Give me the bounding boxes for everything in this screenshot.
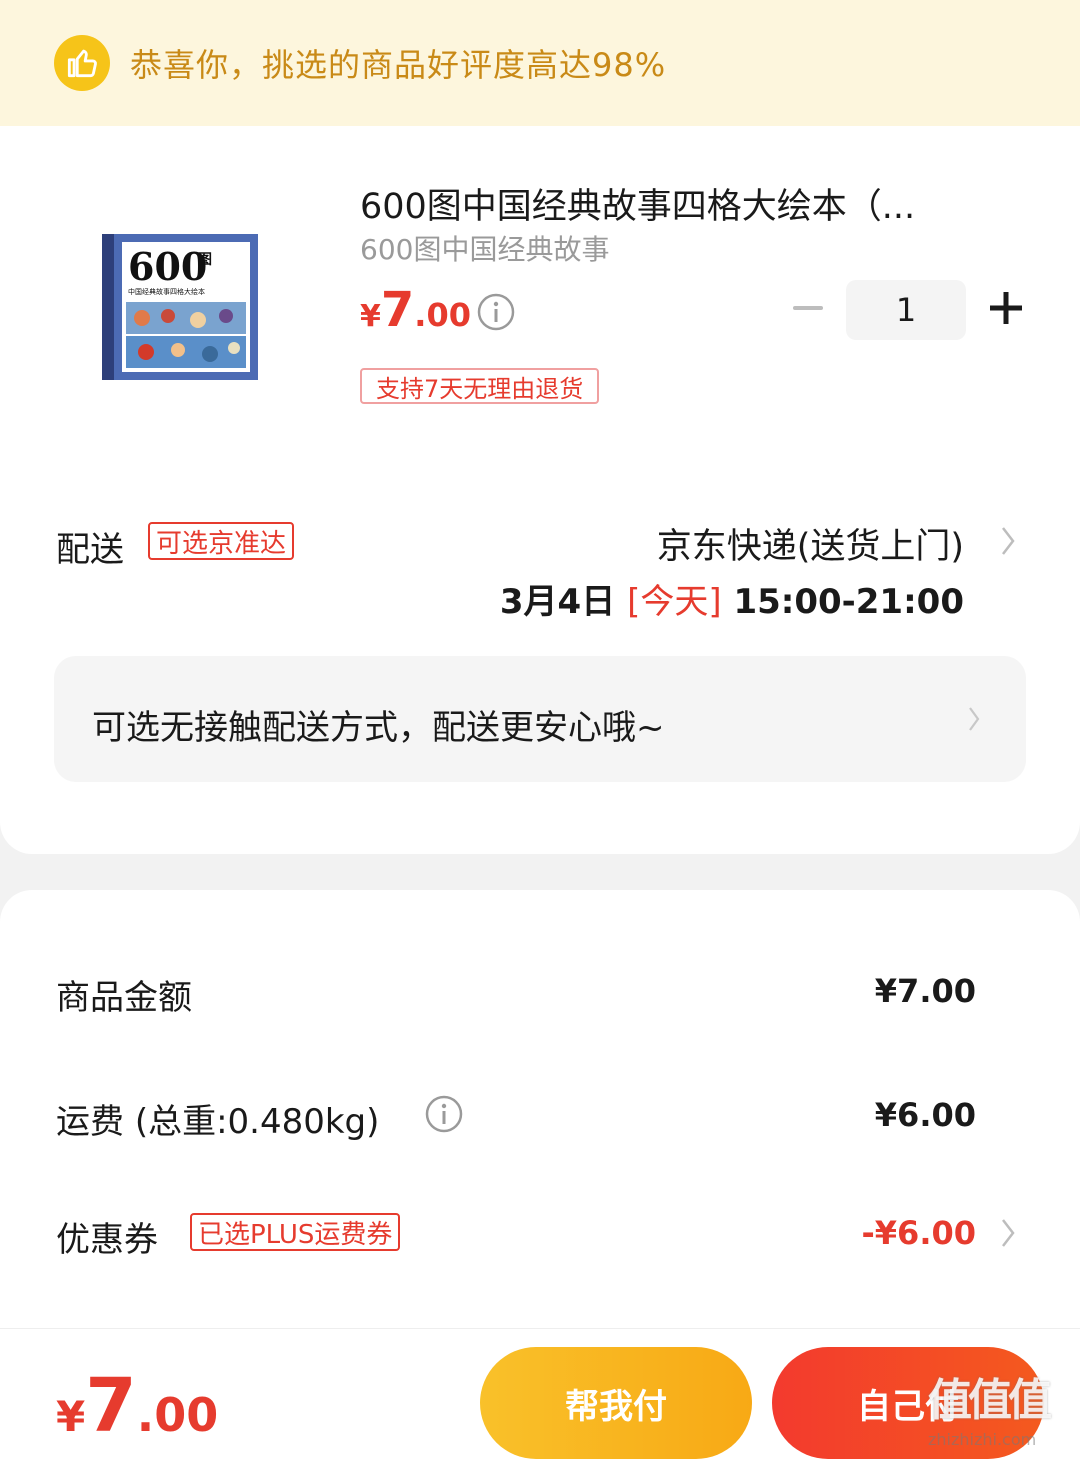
delivery-today: [今天] — [627, 582, 722, 622]
coupon-tag: 已选PLUS运费券 — [190, 1213, 401, 1251]
delivery-date: 3月4日 — [499, 582, 616, 622]
plus-icon — [990, 292, 1022, 324]
goods-amount-value: ¥7.00 — [874, 972, 976, 1010]
praise-banner: 恭喜你，挑选的商品好评度高达98% — [0, 0, 1080, 126]
total-decimal: .00 — [136, 1388, 219, 1442]
product-price: ¥ 7 .00 — [360, 282, 471, 338]
banner-text: 恭喜你，挑选的商品好评度高达98% — [130, 46, 667, 84]
shipping-value: ¥6.00 — [874, 1096, 976, 1134]
price-decimal: .00 — [414, 296, 471, 334]
cover-title-suffix: 图 — [198, 252, 212, 268]
delivery-time-range: 15:00-21:00 — [733, 582, 964, 622]
product-subtitle: 600图中国经典故事 — [360, 233, 610, 266]
coupon-chevron-icon[interactable] — [998, 1216, 1018, 1250]
return-policy-tag: 支持7天无理由退货 — [360, 368, 600, 404]
watermark-logo: 值值值 — [928, 1375, 1052, 1426]
total-price: ¥ 7 .00 — [56, 1369, 218, 1443]
cover-title: 600 — [128, 244, 207, 289]
delivery-chevron-icon[interactable] — [998, 524, 1018, 558]
delivery-option-tag: 可选京准达 — [148, 522, 295, 560]
quantity-value[interactable]: 1 — [846, 280, 966, 340]
contactless-chevron-icon — [964, 702, 984, 736]
watermark-url: zhizhizhi.com — [928, 1430, 1037, 1449]
minus-icon — [793, 306, 823, 310]
watermark: 值值值 zhizhizhi.com — [928, 1364, 1074, 1468]
price-currency: ¥ — [360, 299, 381, 334]
shipping-label: 运费 — [56, 1102, 124, 1142]
contactless-delivery-option[interactable]: 可选无接触配送方式，配送更安心哦~ — [54, 656, 1026, 782]
order-item-card: 600 图 中国经典故事四格大绘本 600图中国经典故事四格大绘本（... 60… — [0, 126, 1080, 854]
cover-subtitle: 中国经典故事四格大绘本 — [128, 287, 205, 296]
checkout-bar: ¥ 7 .00 帮我付 自己付 — [0, 1328, 1080, 1473]
total-integer: 7 — [85, 1363, 137, 1449]
price-info-icon[interactable] — [476, 292, 516, 332]
quantity-decrease-button[interactable] — [788, 286, 828, 330]
shipping-weight: (总重:0.480kg) — [134, 1102, 380, 1142]
goods-amount-label: 商品金额 — [56, 978, 192, 1018]
delivery-time[interactable]: 3月4日 [今天] 15:00-21:00 — [500, 574, 964, 623]
contactless-text: 可选无接触配送方式，配送更安心哦~ — [92, 708, 665, 748]
price-integer: 7 — [380, 282, 415, 338]
total-currency: ¥ — [56, 1392, 86, 1441]
help-pay-button[interactable]: 帮我付 — [480, 1347, 752, 1459]
thumbs-up-icon — [54, 35, 110, 91]
product-image[interactable]: 600 图 中国经典故事四格大绘本 — [102, 234, 258, 380]
product-title[interactable]: 600图中国经典故事四格大绘本（... — [360, 178, 980, 229]
shipping-info-icon[interactable] — [424, 1094, 464, 1134]
delivery-label: 配送 — [56, 530, 124, 570]
delivery-method[interactable]: 京东快递(送货上门) — [657, 518, 964, 569]
shipping-label-row: 运费 (总重:0.480kg) — [56, 1094, 379, 1143]
quantity-increase-button[interactable] — [984, 286, 1028, 330]
coupon-label: 优惠券 — [56, 1220, 158, 1260]
coupon-value[interactable]: -¥6.00 — [862, 1214, 977, 1252]
